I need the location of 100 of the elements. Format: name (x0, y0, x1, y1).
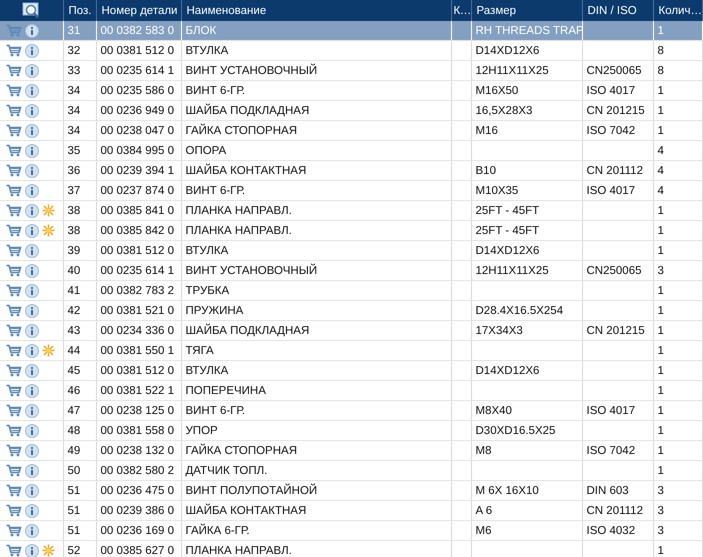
info-icon[interactable] (25, 424, 39, 438)
cart-icon[interactable] (6, 104, 22, 117)
table-row[interactable]: 35 00 0384 995 0 ОПОРА 4 (0, 140, 702, 160)
cart-icon[interactable] (6, 384, 22, 397)
info-icon[interactable] (25, 104, 39, 118)
search-icon[interactable] (22, 2, 40, 19)
info-icon[interactable] (25, 404, 39, 418)
cart-icon[interactable] (6, 544, 22, 557)
column-header[interactable]: Размер (471, 0, 582, 21)
table-row[interactable]: 51 00 0236 169 0 ГАЙКА 6-ГР. M6 ISO 4032 3 (0, 520, 702, 540)
cart-icon[interactable] (6, 144, 22, 157)
table-cell: D30XD16.5X25 (476, 424, 556, 436)
info-icon[interactable] (25, 364, 39, 378)
table-row[interactable]: 38 00 0385 841 0 ПЛАНКА НАПРАВЛ. 25FT - 45FT 1 (0, 200, 702, 220)
cart-icon[interactable] (6, 424, 22, 437)
table-row[interactable]: 47 00 0238 125 0 ВИНТ 6-ГР. M8X40 ISO 4017 1 (0, 400, 702, 420)
cart-icon[interactable] (6, 344, 22, 357)
table-row[interactable]: 45 00 0381 512 0 ВТУЛКА D14XD12X6 1 (0, 360, 702, 380)
table-row[interactable]: 36 00 0239 394 1 ШАЙБА КОНТАКТНАЯ B10 CN 201112 4 (0, 160, 702, 180)
table-row[interactable]: 34 00 0236 949 0 ШАЙБА ПОДКЛАДНАЯ 16,5X28X3 CN 201215 1 (0, 100, 702, 120)
cart-icon[interactable] (6, 124, 22, 137)
table-row[interactable]: 34 00 0235 586 0 ВИНТ 6-ГР. M16X50 ISO 4017 1 (0, 80, 702, 100)
info-icon[interactable] (25, 164, 39, 178)
info-icon[interactable] (25, 284, 39, 298)
table-row[interactable]: 50 00 0382 580 2 ДАТЧИК ТОПЛ. 1 (0, 460, 702, 480)
column-header[interactable]: Номер детали (96, 0, 181, 21)
info-icon[interactable] (25, 324, 39, 338)
table-cell: ПЛАНКА НАПРАВЛ. (186, 224, 292, 236)
info-icon[interactable] (25, 524, 39, 538)
cart-icon[interactable] (6, 364, 22, 377)
table-row[interactable]: 52 00 0385 627 0 ПЛАНКА НАПРАВЛ. 1 (0, 540, 702, 557)
table-row[interactable]: 39 00 0381 512 0 ВТУЛКА D14XD12X6 1 (0, 240, 702, 260)
table-cell: 1 (658, 424, 664, 436)
info-icon[interactable] (25, 384, 39, 398)
table-row[interactable]: 49 00 0238 132 0 ГАЙКА СТОПОРНАЯ M8 ISO 7042 1 (0, 440, 702, 460)
info-icon[interactable] (25, 464, 39, 478)
table-row[interactable]: 44 00 0381 550 1 ТЯГА 1 (0, 340, 702, 360)
cart-icon[interactable] (6, 44, 22, 57)
info-icon[interactable] (25, 484, 39, 498)
table-cell: D28.4X16.5X254 (476, 304, 564, 316)
table-row[interactable]: 46 00 0381 522 1 ПОПЕРЕЧИНА 1 (0, 380, 702, 400)
cart-icon[interactable] (6, 444, 22, 457)
info-icon[interactable] (25, 544, 39, 557)
cart-icon[interactable] (6, 184, 22, 197)
table-cell: ВИНТ 6-ГР. (186, 84, 246, 96)
column-header[interactable]: Наименование (181, 0, 451, 21)
table-row[interactable]: 48 00 0381 558 0 УПОР D30XD16.5X25 1 (0, 420, 702, 440)
table-cell: ВТУЛКА (186, 44, 228, 56)
info-icon[interactable] (25, 24, 39, 38)
table-row[interactable]: 51 00 0239 386 0 ШАЙБА КОНТАКТНАЯ A 6 CN 201112 3 (0, 500, 702, 520)
cart-icon[interactable] (6, 324, 22, 337)
info-icon[interactable] (25, 184, 39, 198)
cart-icon[interactable] (6, 164, 22, 177)
table-row[interactable]: 33 00 0235 614 1 ВИНТ УСТАНОВОЧНЫЙ 12H11X11X25 CN250065 8 (0, 60, 702, 80)
table-cell: ВИНТ ПОЛУПОТАЙНОЙ (186, 484, 318, 496)
table-cell: 00 0382 583 0 (100, 24, 174, 36)
table-cell: 1 (658, 224, 664, 236)
table-row[interactable]: 32 00 0381 512 0 ВТУЛКА D14XD12X6 8 (0, 40, 702, 60)
info-icon[interactable] (25, 224, 39, 238)
table-row[interactable]: 42 00 0381 521 0 ПРУЖИНА D28.4X16.5X254 1 (0, 300, 702, 320)
cart-icon[interactable] (6, 504, 22, 517)
info-icon[interactable] (25, 64, 39, 78)
cart-icon[interactable] (6, 464, 22, 477)
table-row[interactable]: 40 00 0235 614 1 ВИНТ УСТАНОВОЧНЫЙ 12H11X11X25 CN250065 3 (0, 260, 702, 280)
table-row[interactable]: 43 00 0234 336 0 ШАЙБА ПОДКЛАДНАЯ 17X34X3 CN 201215 1 (0, 320, 702, 340)
cart-icon[interactable] (6, 524, 22, 537)
cart-icon[interactable] (6, 284, 22, 297)
table-row[interactable]: 41 00 0382 783 2 ТРУБКА 1 (0, 280, 702, 300)
info-icon[interactable] (25, 144, 39, 158)
column-header[interactable] (0, 0, 63, 21)
table-cell: 1 (658, 364, 664, 376)
column-header[interactable]: Поз. (63, 0, 96, 21)
info-icon[interactable] (25, 244, 39, 258)
cart-icon[interactable] (6, 404, 22, 417)
info-icon[interactable] (25, 44, 39, 58)
info-icon[interactable] (25, 304, 39, 318)
column-header[interactable]: DIN / ISO (582, 0, 653, 21)
cart-icon[interactable] (6, 244, 22, 257)
table-row[interactable]: 37 00 0237 874 0 ВИНТ 6-ГР. M10X35 ISO 4017 4 (0, 180, 702, 200)
info-icon[interactable] (25, 84, 39, 98)
cart-icon[interactable] (6, 264, 22, 277)
info-icon[interactable] (25, 204, 39, 218)
table-row[interactable]: 38 00 0385 842 0 ПЛАНКА НАПРАВЛ. 25FT - 45FT 1 (0, 220, 702, 240)
cart-icon[interactable] (6, 84, 22, 97)
info-icon[interactable] (25, 344, 39, 358)
cart-icon[interactable] (6, 64, 22, 77)
info-icon[interactable] (25, 124, 39, 138)
cart-icon[interactable] (6, 224, 22, 237)
cart-icon[interactable] (6, 204, 22, 217)
info-icon[interactable] (25, 504, 39, 518)
info-icon[interactable] (25, 264, 39, 278)
cart-icon[interactable] (6, 484, 22, 497)
table-cell: 44 (68, 344, 80, 356)
table-cell: CN 201112 (586, 164, 643, 176)
column-header[interactable]: К… (451, 0, 471, 21)
cart-icon[interactable] (6, 304, 22, 317)
info-icon[interactable] (25, 444, 39, 458)
table-row[interactable]: 51 00 0236 475 0 ВИНТ ПОЛУПОТАЙНОЙ M 6X 16X10 DIN 603 3 (0, 480, 702, 500)
table-row[interactable]: 34 00 0238 047 0 ГАЙКА СТОПОРНАЯ M16 ISO 7042 1 (0, 120, 702, 140)
column-header[interactable]: Колич… (653, 0, 702, 21)
